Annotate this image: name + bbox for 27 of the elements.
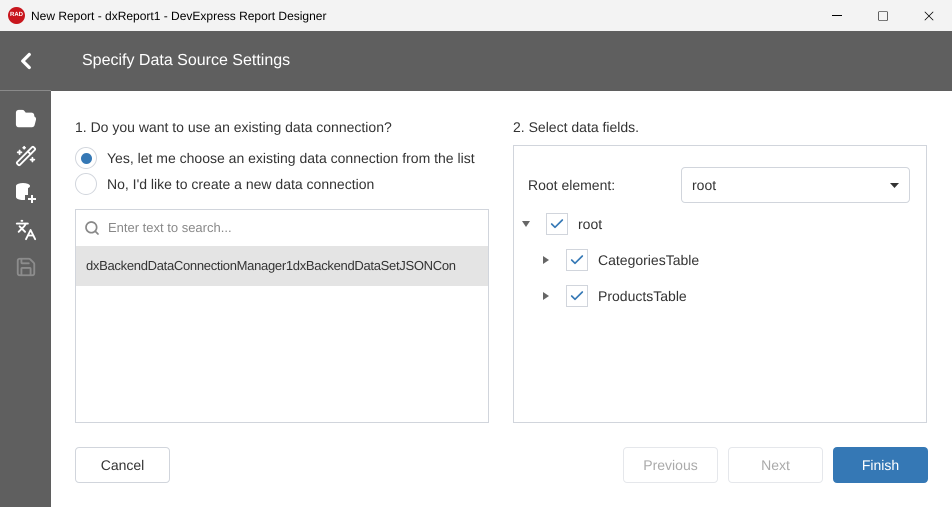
- window-title: New Report - dxReport1 - DevExpress Report Designer: [31, 8, 326, 24]
- checkbox[interactable]: [566, 249, 588, 271]
- radio-option[interactable]: No, I'd like to create a new data connection: [75, 171, 489, 197]
- database-add-icon[interactable]: [14, 181, 38, 205]
- search-field[interactable]: Enter text to search...: [108, 218, 480, 238]
- tree-item-label: ProductsTable: [598, 286, 687, 306]
- radio-button[interactable]: [75, 147, 97, 169]
- wizard-button[interactable]: Cancel: [75, 447, 170, 483]
- minimize-icon: [832, 15, 842, 16]
- radio-button[interactable]: [75, 173, 97, 195]
- search-icon: [84, 220, 100, 236]
- root-element-dropdown[interactable]: root: [681, 167, 910, 203]
- section-label: 2. Select data fields.: [513, 118, 640, 137]
- checkbox[interactable]: [546, 213, 568, 235]
- checkbox[interactable]: [566, 285, 588, 307]
- root-element-label: Root element:: [528, 176, 616, 194]
- maximize-icon: [877, 10, 889, 22]
- question-label: 1. Do you want to use an existing data connection?: [75, 118, 393, 137]
- magic-wand-icon[interactable]: [14, 144, 38, 168]
- radio-option[interactable]: Yes, let me choose an existing data connection from the list: [75, 145, 489, 171]
- wizard-button[interactable]: Finish: [833, 447, 928, 483]
- tree-item-label: CategoriesTable: [598, 250, 700, 270]
- dropdown-caret-icon: [890, 182, 899, 188]
- page-title: Specify Data Source Settings: [82, 51, 290, 71]
- translate-icon[interactable]: [14, 218, 38, 242]
- tree-item-label: root: [578, 214, 602, 234]
- list-item[interactable]: dxBackendDataConnectionManager1dxBackendDataSetJSONCon: [76, 246, 488, 286]
